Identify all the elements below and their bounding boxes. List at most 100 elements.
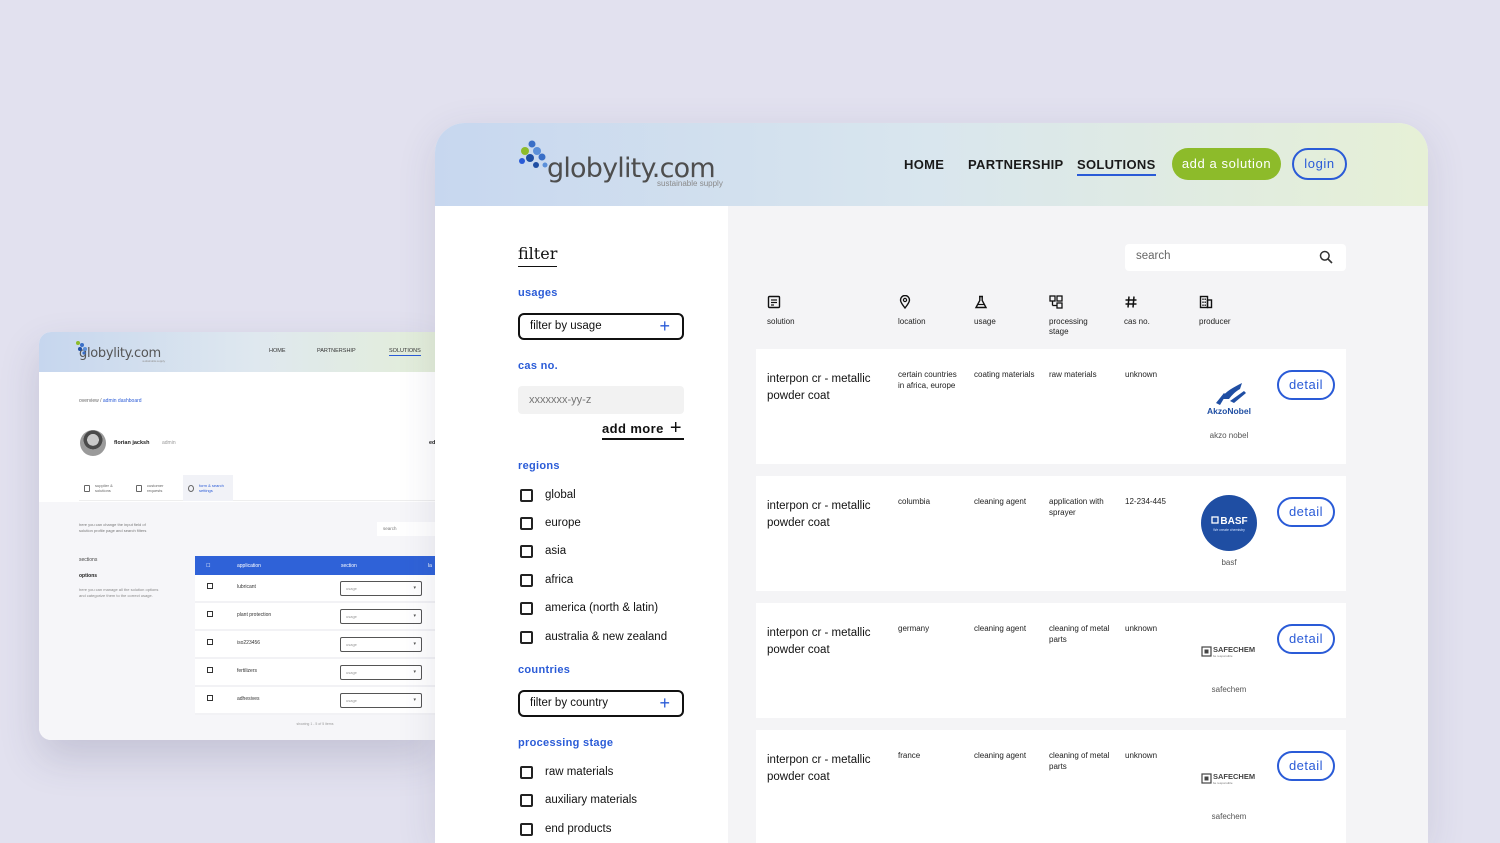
table-header: ☐ application section la (195, 556, 435, 575)
admin-search-input[interactable]: search (377, 522, 435, 536)
checkbox-label: raw materials (545, 766, 614, 778)
countries-label: countries (518, 664, 571, 676)
section-select[interactable]: usage (340, 665, 422, 680)
row-label: iso223456 (237, 640, 261, 646)
detail-button[interactable]: detail (1277, 370, 1335, 400)
admin-tabs: supplier & solutions customer requests f… (79, 475, 435, 501)
checkbox[interactable] (520, 489, 533, 502)
row-checkbox[interactable] (207, 695, 213, 701)
tab-label: form & search settings (199, 483, 224, 493)
processing-value: application with sprayer (1049, 497, 1104, 517)
row-checkbox[interactable] (207, 583, 213, 589)
tab-form-search-settings[interactable]: form & search settings (183, 475, 233, 501)
svg-text:be responsible: be responsible (1213, 781, 1233, 785)
user-role: admin (162, 440, 176, 446)
plus-icon: + (669, 417, 682, 439)
checkbox[interactable] (520, 823, 533, 836)
cas-number-input[interactable] (518, 386, 684, 414)
section-select[interactable]: usage (340, 609, 422, 624)
tab-customer-requests[interactable]: customer requests (131, 475, 181, 501)
checkbox-label: africa (545, 574, 574, 586)
tab-label: supplier & solutions (95, 483, 113, 493)
detail-button[interactable]: detail (1277, 497, 1335, 527)
usage-value: cleaning agent (974, 624, 1027, 633)
add-more-label: add more (602, 421, 664, 436)
column-location: location (898, 295, 958, 327)
cas-value: unknown (1125, 370, 1158, 379)
row-checkbox[interactable] (207, 667, 213, 673)
header-checkbox[interactable]: ☐ (206, 563, 210, 569)
row-checkbox[interactable] (207, 639, 213, 645)
checkbox[interactable] (520, 602, 533, 615)
svg-text:We create chemistry: We create chemistry (1213, 528, 1245, 532)
admin-dashboard-window: globylity.com sustainable supply HOME PA… (39, 332, 435, 740)
table-pagination-info: showing 1 - 5 of 5 items (296, 722, 334, 726)
checkbox[interactable] (520, 574, 533, 587)
checkbox[interactable] (520, 794, 533, 807)
site-logo[interactable]: globylity.com sustainable supply (517, 139, 737, 199)
logo-molecule-icon (76, 341, 87, 355)
breadcrumb: overview / admin dashboard (79, 398, 142, 404)
row-label: adhesives (237, 696, 260, 702)
search-icon[interactable] (1319, 250, 1333, 264)
admin-logo-sub: sustainable supply (142, 359, 165, 363)
result-card[interactable]: interpon cr - metallic powder coat franc… (756, 730, 1346, 843)
producer-name: safechem (1211, 685, 1247, 694)
sections-label[interactable]: sections (79, 557, 97, 563)
section-select[interactable]: usage (340, 637, 422, 652)
gear-icon (188, 485, 194, 492)
login-button[interactable]: login (1292, 148, 1347, 180)
column-solution: solution (767, 295, 827, 327)
add-solution-button[interactable]: add a solution (1172, 148, 1281, 180)
filter-panel: filter usages filter by usage + cas no. … (435, 206, 728, 843)
detail-button[interactable]: detail (1277, 751, 1335, 781)
plus-icon: + (659, 316, 670, 336)
checkbox[interactable] (520, 766, 533, 779)
solution-name[interactable]: interpon cr - metallic powder coat (767, 625, 882, 659)
flask-icon (974, 295, 988, 309)
process-icon (1049, 295, 1063, 309)
admin-nav-solutions[interactable]: SOLUTIONS (389, 348, 421, 356)
search-input[interactable]: search (1125, 244, 1346, 271)
checkbox[interactable] (520, 631, 533, 644)
cas-value: unknown (1125, 751, 1158, 760)
nav-home[interactable]: HOME (904, 157, 944, 172)
admin-nav-partnership[interactable]: PARTNERSHIP (317, 348, 356, 354)
checkbox[interactable] (520, 517, 533, 530)
solution-name[interactable]: interpon cr - metallic powder coat (767, 371, 882, 405)
usage-value: cleaning agent (974, 497, 1027, 506)
nav-partnership[interactable]: PARTNERSHIP (968, 157, 1064, 172)
column-usage: usage (974, 295, 1034, 327)
user-name: florian jacksh (114, 440, 150, 446)
admin-settings-area: here you can change the input field of s… (39, 502, 435, 740)
result-card[interactable]: interpon cr - metallic powder coat germa… (756, 603, 1346, 718)
section-select[interactable]: usage (340, 581, 422, 596)
checkbox-label: europe (545, 517, 581, 529)
checkbox-label: auxiliary materials (545, 794, 638, 806)
result-card[interactable]: interpon cr - metallic powder coat certa… (756, 349, 1346, 464)
breadcrumb-overview[interactable]: overview (79, 398, 99, 404)
detail-button[interactable]: detail (1277, 624, 1335, 654)
tab-supplier-solutions[interactable]: supplier & solutions (79, 475, 129, 501)
section-select[interactable]: usage (340, 693, 422, 708)
filter-by-country-button[interactable]: filter by country + (518, 690, 684, 717)
column-location-label: location (898, 317, 926, 326)
admin-logo[interactable]: globylity.com sustainable supply (76, 341, 165, 363)
nav-solutions[interactable]: SOLUTIONS (1077, 157, 1156, 176)
add-more-button[interactable]: add more + (602, 417, 684, 440)
filter-by-usage-button[interactable]: filter by usage + (518, 313, 684, 340)
row-checkbox[interactable] (207, 611, 213, 617)
cas-label: cas no. (518, 360, 559, 372)
cas-value: 12-234-445 (1125, 497, 1166, 506)
options-label[interactable]: options (79, 573, 97, 579)
solution-name[interactable]: interpon cr - metallic powder coat (767, 498, 882, 532)
column-cas-no: cas no. (1124, 295, 1184, 327)
admin-nav-home[interactable]: HOME (269, 348, 286, 354)
admin-header: globylity.com sustainable supply HOME PA… (39, 332, 435, 372)
result-card[interactable]: interpon cr - metallic powder coat colum… (756, 476, 1346, 591)
svg-text:be responsible: be responsible (1213, 654, 1233, 658)
hash-icon (1125, 296, 1137, 308)
checkbox[interactable] (520, 545, 533, 558)
logo-tagline: sustainable supply (657, 179, 723, 188)
solution-name[interactable]: interpon cr - metallic powder coat (767, 752, 882, 786)
